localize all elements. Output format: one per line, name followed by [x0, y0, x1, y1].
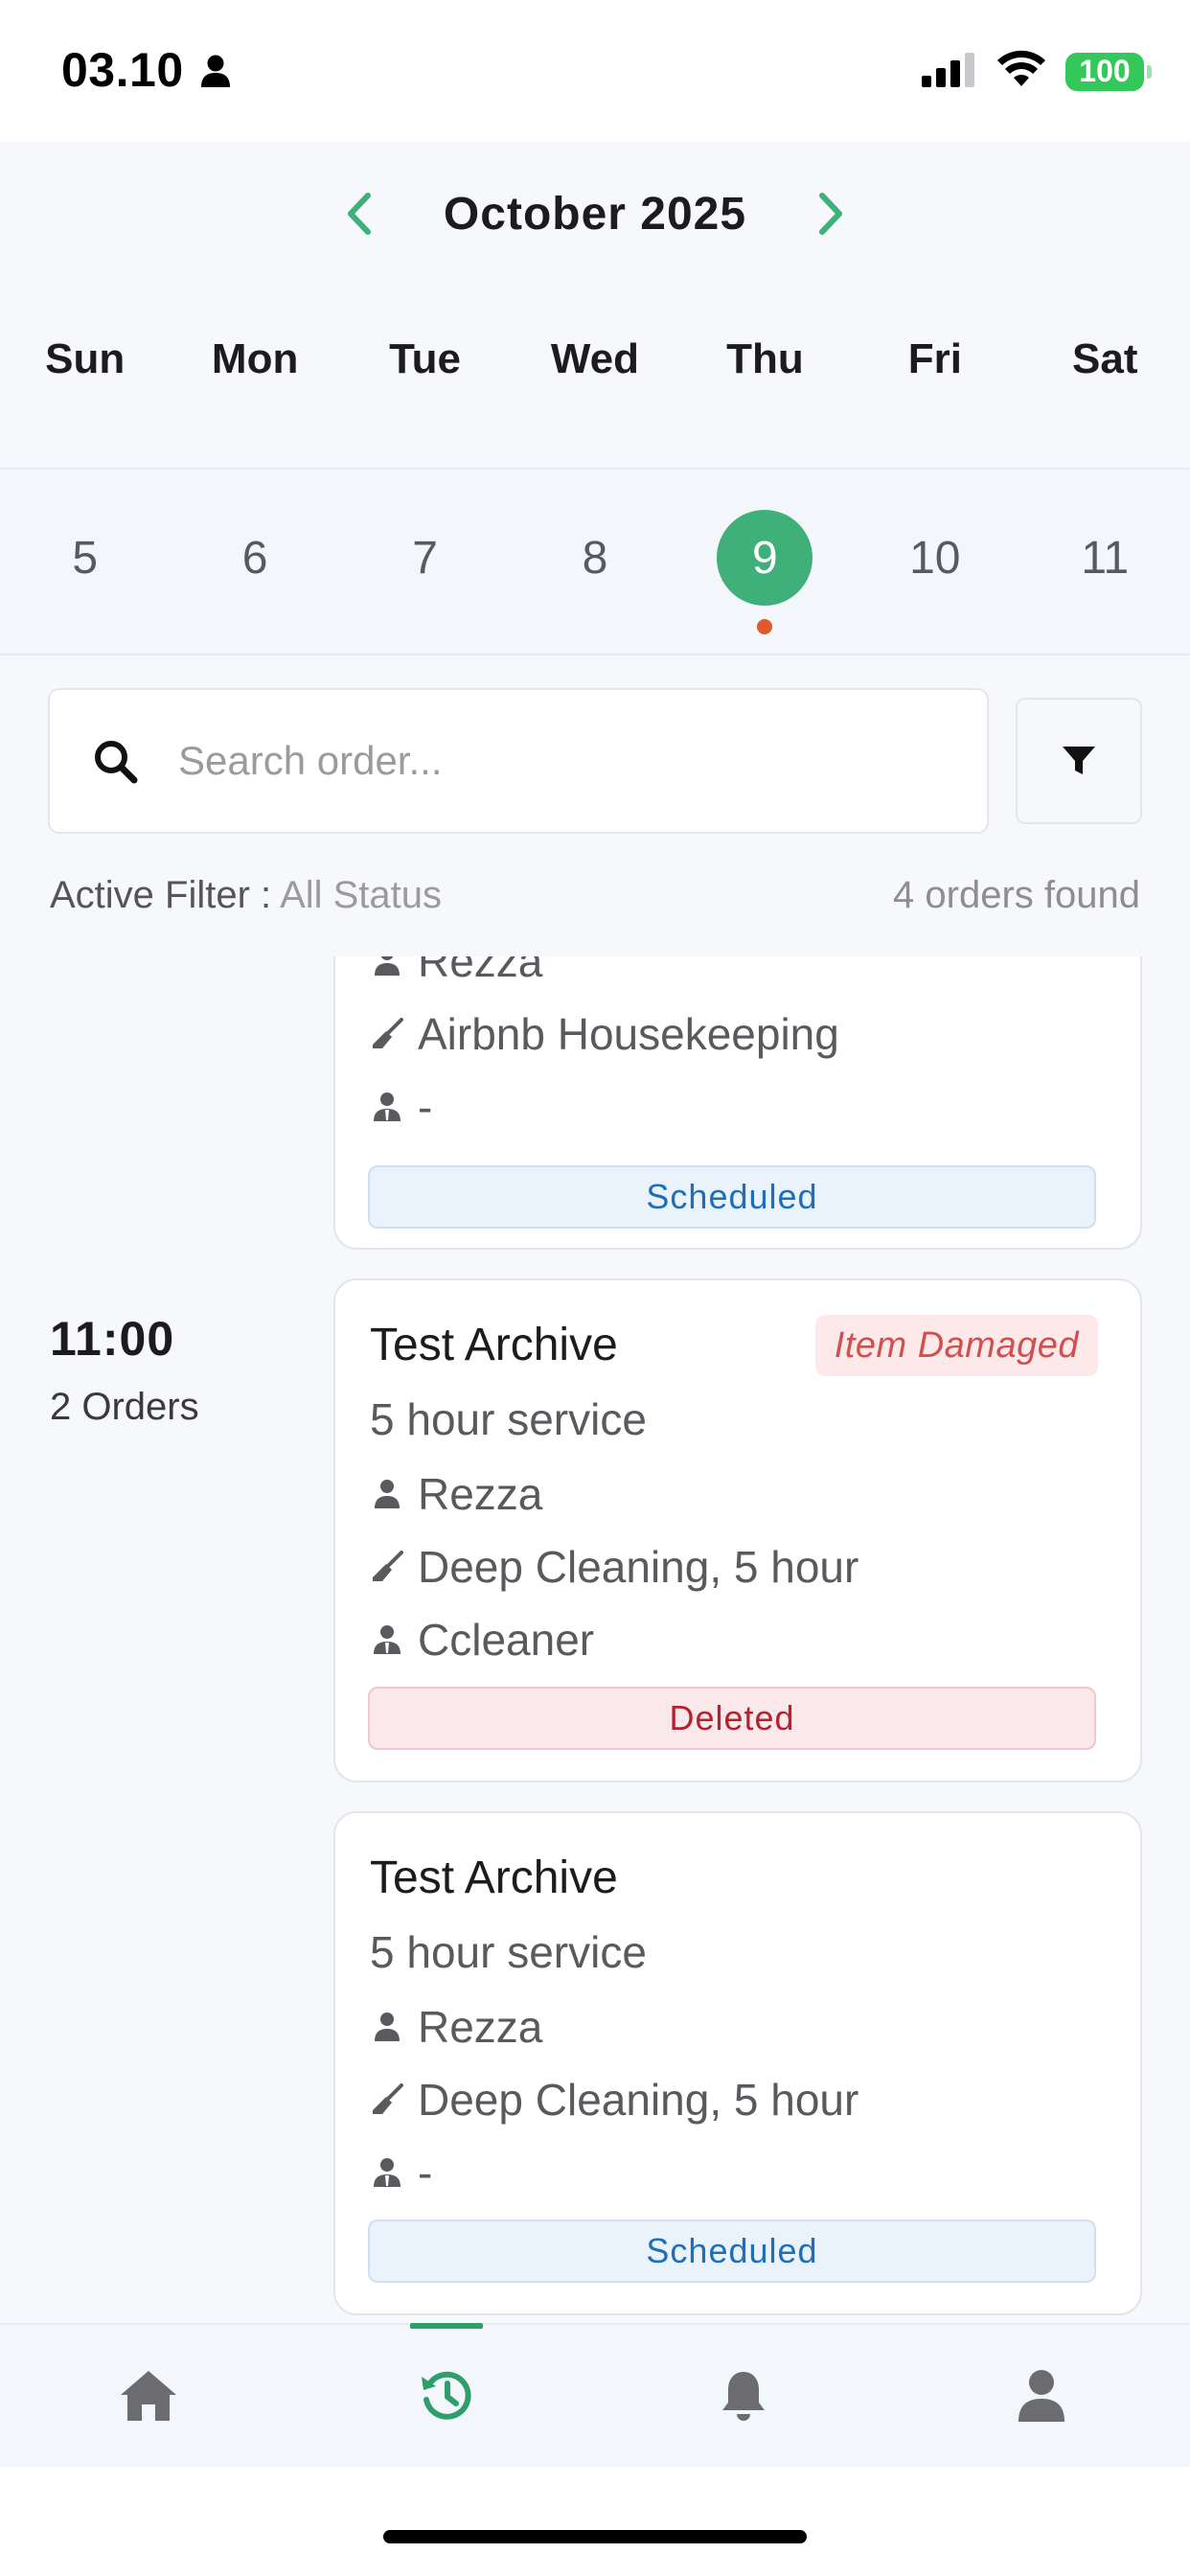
- weekday-label: Sat: [1072, 335, 1138, 382]
- cleaner-name: -: [418, 1082, 433, 1132]
- active-filter: Active Filter : All Status: [50, 874, 442, 917]
- filter-icon: [1063, 747, 1095, 774]
- service-name: Airbnb Housekeeping: [418, 1009, 839, 1059]
- nav-notifications[interactable]: [595, 2325, 893, 2467]
- bottom-navigation: [0, 2323, 1190, 2467]
- service-name: Deep Cleaning, 5 hour: [418, 2075, 859, 2125]
- broom-icon: [370, 1015, 404, 1053]
- home-indicator[interactable]: [383, 2530, 807, 2543]
- time-slot-label: 11:00: [50, 1312, 175, 1366]
- weekday-label: Fri: [907, 335, 962, 382]
- history-icon: [421, 2371, 471, 2420]
- weekday-label: Tue: [389, 335, 462, 382]
- signal-icon: [922, 51, 977, 92]
- order-duration: 5 hour service: [370, 1927, 647, 1977]
- day-cell[interactable]: 8: [510, 470, 679, 654]
- broom-icon: [370, 1548, 404, 1586]
- profile-icon: [1018, 2370, 1064, 2422]
- month-title: October 2025: [443, 188, 747, 240]
- cleaner-row: -: [370, 2147, 432, 2198]
- chevron-left-icon: [347, 193, 371, 235]
- cleaner-icon: [370, 1088, 404, 1126]
- cleaner-icon: [370, 2153, 404, 2192]
- search-input[interactable]: [178, 738, 964, 784]
- home-icon: [121, 2371, 177, 2421]
- weekday-label: Mon: [211, 335, 299, 382]
- customer-name: Rezza: [418, 956, 543, 986]
- cleaner-name: -: [418, 2148, 433, 2197]
- service-row: Airbnb Housekeeping: [370, 1008, 839, 1060]
- day-cell[interactable]: 5: [0, 470, 170, 654]
- cleaner-row: -: [370, 1081, 432, 1133]
- week-days-strip: 5 6 7 8 9 10 11: [0, 468, 1190, 656]
- order-card[interactable]: Test Archive 5 hour service Rezza Deep C…: [333, 1811, 1142, 2315]
- person-icon: [370, 956, 404, 980]
- status-pill: Scheduled: [368, 2220, 1096, 2283]
- cleaner-row: Ccleaner: [370, 1614, 594, 1666]
- nav-history[interactable]: [298, 2323, 596, 2467]
- status-time: 03.10: [61, 43, 184, 97]
- nav-home[interactable]: [0, 2325, 298, 2467]
- day-cell[interactable]: 7: [340, 470, 510, 654]
- order-duration: 5 hour service: [370, 1394, 647, 1444]
- day-cell-selected[interactable]: 9: [680, 470, 850, 654]
- day-cell[interactable]: 6: [170, 470, 339, 654]
- customer-name: Rezza: [418, 2002, 543, 2052]
- next-month-button[interactable]: [804, 187, 858, 241]
- cleaner-icon: [370, 1621, 404, 1659]
- person-icon: [370, 2008, 404, 2046]
- battery-icon: 100: [1065, 52, 1152, 91]
- cleaner-name: Ccleaner: [418, 1615, 595, 1665]
- day-number: 7: [412, 532, 438, 584]
- customer-name: Rezza: [418, 1469, 543, 1519]
- item-damaged-badge: Item Damaged: [814, 1315, 1098, 1376]
- nav-profile[interactable]: [893, 2325, 1190, 2467]
- day-number: 11: [1081, 532, 1130, 584]
- service-row: Deep Cleaning, 5 hour: [370, 2074, 858, 2126]
- chevron-right-icon: [819, 193, 843, 235]
- day-cell[interactable]: 11: [1020, 470, 1190, 654]
- service-row: Deep Cleaning, 5 hour: [370, 1541, 858, 1593]
- day-number: 9: [717, 510, 813, 606]
- status-indicators: 100: [922, 50, 1152, 93]
- status-pill: Deleted: [368, 1687, 1096, 1750]
- search-box[interactable]: [48, 688, 989, 834]
- day-cell[interactable]: 10: [850, 470, 1019, 654]
- order-title: Test Archive: [370, 1852, 618, 1903]
- person-icon: [370, 1475, 404, 1513]
- order-card[interactable]: Rezza Airbnb Housekeeping - Scheduled: [333, 956, 1142, 1250]
- broom-icon: [370, 2081, 404, 2119]
- order-title: Test Archive: [370, 1320, 618, 1370]
- search-icon: [95, 741, 138, 784]
- time-slot-count: 2 Orders: [50, 1386, 199, 1428]
- day-number: 8: [582, 532, 608, 584]
- day-number: 10: [909, 532, 961, 584]
- day-number: 5: [72, 532, 99, 584]
- filter-button[interactable]: [1016, 698, 1142, 824]
- weekday-label: Thu: [726, 335, 804, 382]
- status-bar: 03.10 100: [0, 0, 1190, 142]
- person-icon: [199, 54, 232, 93]
- active-filter-value: All Status: [280, 874, 443, 916]
- bell-icon: [722, 2372, 766, 2421]
- prev-month-button[interactable]: [332, 187, 386, 241]
- customer-row: Rezza: [370, 1468, 542, 1520]
- orders-count: 4 orders found: [893, 874, 1140, 916]
- weekday-label: Sun: [45, 335, 126, 382]
- event-dot: [757, 619, 773, 634]
- status-pill: Scheduled: [368, 1165, 1096, 1229]
- active-filter-label: Active Filter :: [50, 874, 272, 916]
- orders-list[interactable]: Rezza Airbnb Housekeeping - Scheduled 11…: [0, 956, 1190, 2323]
- wifi-icon: [996, 50, 1046, 93]
- weekday-label: Wed: [550, 335, 640, 382]
- service-name: Deep Cleaning, 5 hour: [418, 1542, 859, 1592]
- customer-row: Rezza: [370, 2001, 542, 2053]
- day-number: 6: [241, 532, 268, 584]
- home-indicator-area: [0, 2467, 1190, 2576]
- weekday-header: Sun Mon Tue Wed Thu Fri Sat: [0, 335, 1190, 383]
- customer-row: Rezza: [370, 956, 542, 987]
- month-header: October 2025: [0, 142, 1190, 286]
- order-card[interactable]: Test Archive Item Damaged 5 hour service…: [333, 1278, 1142, 1782]
